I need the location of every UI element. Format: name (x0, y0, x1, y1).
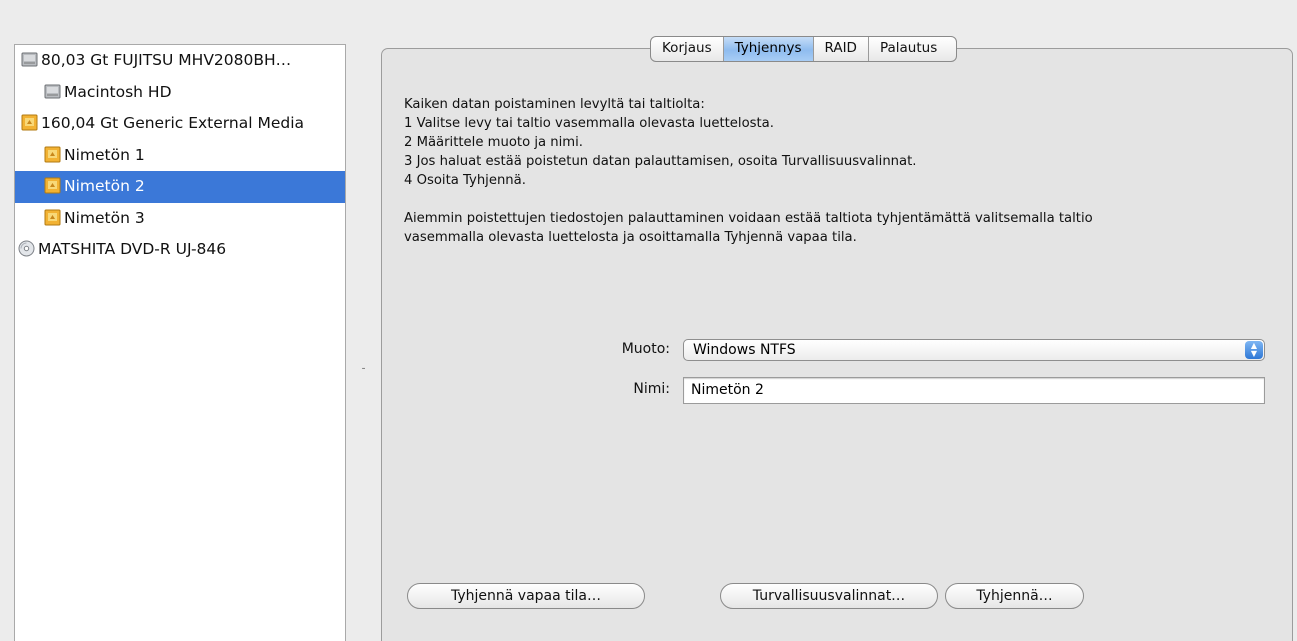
sidebar-item-macintosh-hd[interactable]: Macintosh HD (15, 77, 345, 109)
external-volume-icon (44, 143, 61, 162)
volume-icon (44, 80, 61, 98)
tab-raid[interactable]: RAID (814, 37, 869, 61)
sidebar-item-fujitsu-disk[interactable]: 80,03 Gt FUJITSU MHV2080BH… (15, 45, 345, 77)
sidebar-item-label: Nimetön 3 (64, 208, 145, 227)
sidebar-item-label: 160,04 Gt Generic External Media (41, 114, 305, 132)
sidebar-item-matshita-dvd[interactable]: MATSHITA DVD-R UJ-846 (15, 234, 345, 266)
sidebar-item-label: Macintosh HD (64, 82, 172, 101)
sidebar-item-label: 80,03 Gt FUJITSU MHV2080BH… (41, 51, 292, 69)
format-select-value: Windows NTFS (693, 342, 796, 358)
free-space-info: vasemmalla olevasta luettelosta ja osoit… (404, 230, 857, 245)
hard-disk-icon (21, 48, 38, 67)
instruction-step: 4 Osoita Tyhjennä. (404, 173, 526, 188)
free-space-info: Aiemmin poistettujen tiedostojen palautt… (404, 211, 1093, 226)
name-field[interactable]: Nimetön 2 (683, 377, 1265, 404)
external-volume-icon (44, 174, 61, 194)
tab-tyhjennys[interactable]: Tyhjennys (723, 37, 814, 61)
splitter-handle[interactable]: ⁃ (361, 365, 367, 375)
tab-bar: Korjaus Tyhjennys RAID Palautus (650, 36, 958, 62)
instruction-step: 1 Valitse levy tai taltio vasemmalla ole… (404, 116, 774, 131)
name-label: Nimi: (633, 381, 670, 397)
tab-palautus[interactable]: Palautus (869, 37, 956, 61)
instruction-step: 2 Määrittele muoto ja nimi. (404, 135, 583, 150)
sidebar-item-nimeton-3[interactable]: Nimetön 3 (15, 203, 345, 235)
optical-drive-icon (18, 237, 35, 257)
external-disk-icon (21, 111, 38, 131)
device-list[interactable]: 80,03 Gt FUJITSU MHV2080BH… Macintosh HD… (14, 44, 346, 641)
format-label: Muoto: (621, 341, 670, 357)
erase-instructions: Kaiken datan poistaminen levyltä tai tal… (404, 95, 1284, 247)
erase-button[interactable]: Tyhjennä… (945, 583, 1084, 609)
instructions-heading: Kaiken datan poistaminen levyltä tai tal… (404, 97, 705, 112)
sidebar-item-nimeton-1[interactable]: Nimetön 1 (15, 140, 345, 172)
security-options-button[interactable]: Turvallisuusvalinnat… (720, 583, 938, 609)
sidebar-item-generic-external-media[interactable]: 160,04 Gt Generic External Media (15, 108, 345, 140)
external-volume-icon (44, 206, 61, 225)
disk-utility-window: 80,03 Gt FUJITSU MHV2080BH… Macintosh HD… (0, 0, 1297, 641)
erase-free-space-button[interactable]: Tyhjennä vapaa tila… (407, 583, 645, 609)
sidebar-item-nimeton-2[interactable]: Nimetön 2 (15, 171, 345, 203)
sidebar-item-label: Nimetön 2 (64, 177, 145, 195)
tab-korjaus[interactable]: Korjaus (651, 37, 724, 61)
updown-arrows-icon: ▲ ▼ (1245, 341, 1263, 359)
format-select[interactable]: Windows NTFS ▲ ▼ (683, 339, 1265, 361)
name-field-value: Nimetön 2 (691, 382, 764, 398)
instruction-step: 3 Jos haluat estää poistetun datan palau… (404, 154, 917, 169)
sidebar-item-label: MATSHITA DVD-R UJ-846 (38, 240, 227, 258)
sidebar-item-label: Nimetön 1 (64, 145, 145, 164)
